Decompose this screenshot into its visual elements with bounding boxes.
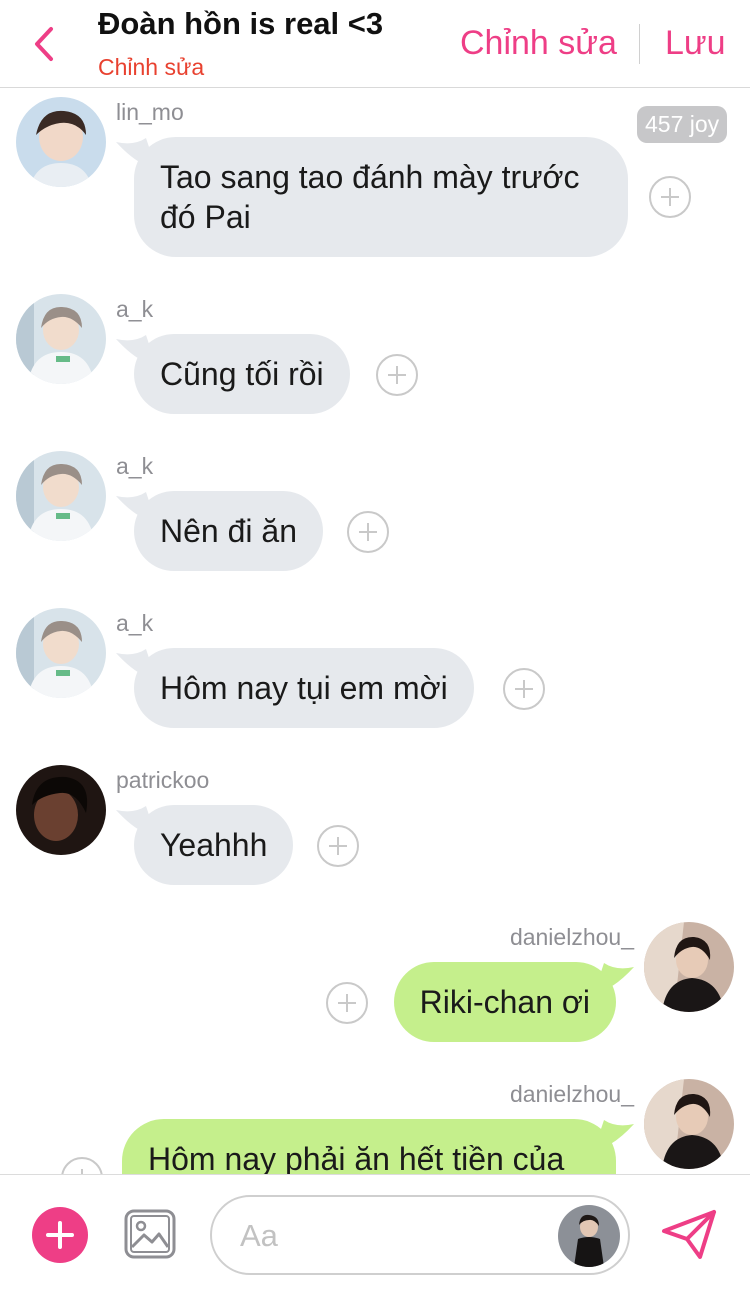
message-bubble[interactable]: Hôm nay phải ăn hết tiền của [122,1119,616,1174]
message-input[interactable] [240,1211,540,1261]
sender-avatar[interactable] [558,1205,620,1267]
send-button[interactable] [660,1209,718,1261]
react-button[interactable] [61,1157,103,1174]
image-icon [124,1209,176,1259]
image-button[interactable] [124,1209,176,1259]
plus-icon [81,1169,83,1174]
plus-icon [46,1221,74,1249]
username: danielzhou_ [509,1081,634,1107]
composer-bar [0,1174,750,1294]
message-input-wrapper [210,1195,630,1275]
message-row: danielzhou_ Hôm nay phải ăn hết tiền của [0,0,750,1174]
send-icon [662,1210,716,1259]
avatar[interactable] [644,1079,734,1169]
add-button[interactable] [32,1207,88,1263]
